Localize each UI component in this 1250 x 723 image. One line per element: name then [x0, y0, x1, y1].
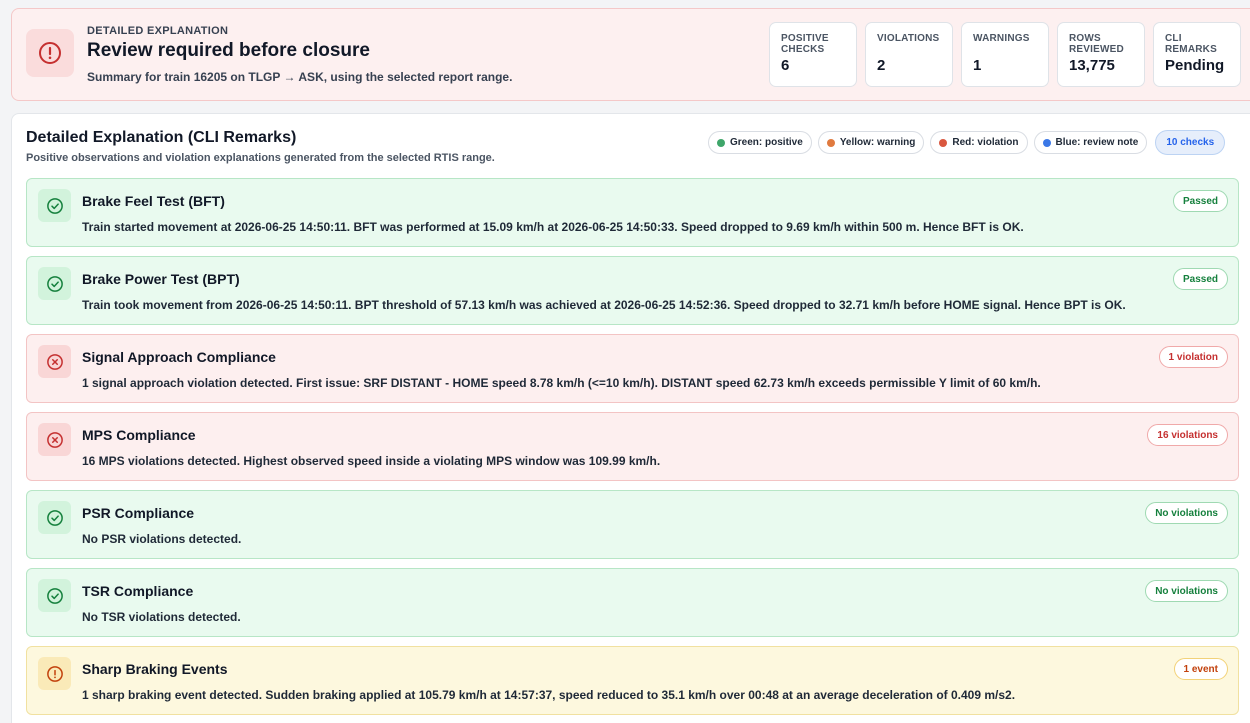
explanation-panel: Detailed Explanation (CLI Remarks) Posit…: [11, 113, 1250, 723]
alert-circle-icon: [46, 665, 63, 682]
legend-dot: [1042, 138, 1051, 147]
stat-label: CLI REMARKS: [1165, 33, 1217, 55]
status-badge: No violations: [1145, 502, 1228, 524]
legend-dot: [717, 138, 725, 147]
stat-cards: POSITIVE CHECKS 6 VIOLATIONS 2 WARNINGS …: [769, 22, 1241, 87]
check-circle-icon: [46, 509, 63, 526]
check-list: Brake Feel Test (BFT) Train started move…: [26, 178, 1239, 723]
status-badge: No violations: [1145, 580, 1228, 602]
stat-label: VIOLATIONS: [877, 33, 940, 44]
check-card-tsr[interactable]: TSR Compliance No TSR violations detecte…: [26, 568, 1239, 637]
check-icon-box: [38, 423, 71, 456]
check-card-signal-approach[interactable]: Signal Approach Compliance 1 signal appr…: [26, 334, 1239, 403]
legend-label: Red: violation: [952, 137, 1019, 148]
check-title: Brake Power Test (BPT): [82, 271, 240, 287]
check-icon-box: [38, 267, 71, 300]
stat-value: 2: [877, 57, 886, 74]
legend: Green: positive Yellow: warning Red: vio…: [708, 130, 1226, 155]
legend-label: Green: positive: [730, 137, 803, 148]
summary-banner: DETAILED EXPLANATION Review required bef…: [11, 8, 1250, 101]
stat-label: ROWS REVIEWED: [1069, 33, 1124, 55]
panel-subtitle: Positive observations and violation expl…: [26, 152, 495, 164]
check-card-bpt[interactable]: Brake Power Test (BPT) Train took moveme…: [26, 256, 1239, 325]
legend-chip-positive: Green: positive: [708, 131, 812, 154]
stat-card-warnings: WARNINGS 1: [961, 22, 1049, 87]
check-circle-icon: [46, 275, 63, 292]
stat-value: 13,775: [1069, 57, 1115, 74]
x-circle-icon: [46, 353, 63, 370]
check-icon-box: [38, 579, 71, 612]
check-title: PSR Compliance: [82, 505, 195, 521]
legend-chip-violation: Red: violation: [930, 131, 1028, 154]
summary-text: DETAILED EXPLANATION Review required bef…: [87, 25, 512, 84]
summary-subtitle: Summary for train 16205 on TLGP → ASK, u…: [87, 70, 513, 84]
check-description: 1 signal approach violation detected. Fi…: [82, 376, 1041, 390]
check-title: Sharp Braking Events: [82, 661, 228, 677]
check-description: No TSR violations detected.: [82, 610, 241, 624]
check-icon-box: [38, 657, 71, 690]
check-icon-box: [38, 345, 71, 378]
stat-value: 6: [781, 57, 790, 74]
check-description: 1 sharp braking event detected. Sudden b…: [82, 688, 1016, 702]
check-card-bft[interactable]: Brake Feel Test (BFT) Train started move…: [26, 178, 1239, 247]
stat-label: POSITIVE CHECKS: [781, 33, 829, 55]
check-title: Brake Feel Test (BFT): [82, 193, 225, 209]
summary-alert-icon-box: [26, 29, 74, 77]
stat-value: 1: [973, 57, 982, 74]
stat-label: WARNINGS: [973, 33, 1030, 44]
check-title: TSR Compliance: [82, 583, 194, 599]
check-description: Train started movement at 2026-06-25 14:…: [82, 220, 1024, 234]
stat-card-rows-reviewed: ROWS REVIEWED 13,775: [1057, 22, 1145, 87]
check-card-psr[interactable]: PSR Compliance No PSR violations detecte…: [26, 490, 1239, 559]
stat-card-violations: VIOLATIONS 2: [865, 22, 953, 87]
checks-count-badge: 10 checks: [1155, 130, 1226, 155]
panel-title: Detailed Explanation (CLI Remarks): [26, 129, 297, 146]
check-circle-icon: [46, 587, 63, 604]
status-badge: 16 violations: [1147, 424, 1228, 446]
check-circle-icon: [46, 197, 63, 214]
legend-dot: [826, 138, 835, 147]
status-badge: 1 event: [1173, 658, 1228, 680]
status-badge: Passed: [1172, 190, 1228, 212]
check-description: No PSR violations detected.: [82, 532, 242, 546]
legend-chip-review-note: Blue: review note: [1033, 131, 1148, 154]
summary-title: Review required before closure: [87, 40, 370, 61]
status-badge: Passed: [1172, 268, 1228, 290]
check-description: Train took movement from 2026-06-25 14:5…: [82, 298, 1126, 312]
legend-dot: [939, 138, 948, 147]
status-badge: 1 violation: [1158, 346, 1228, 368]
legend-chip-warning: Yellow: warning: [817, 131, 925, 154]
summary-kicker: DETAILED EXPLANATION: [87, 25, 229, 37]
stat-value: Pending: [1165, 57, 1225, 74]
check-icon-box: [38, 189, 71, 222]
x-circle-icon: [46, 431, 63, 448]
legend-label: Blue: review note: [1055, 137, 1139, 148]
stat-card-cli-remarks: CLI REMARKS Pending: [1153, 22, 1241, 87]
stat-card-positive-checks: POSITIVE CHECKS 6: [769, 22, 857, 87]
check-icon-box: [38, 501, 71, 534]
check-title: MPS Compliance: [82, 427, 196, 443]
legend-label: Yellow: warning: [839, 137, 916, 148]
check-title: Signal Approach Compliance: [82, 349, 276, 365]
check-description: 16 MPS violations detected. Highest obse…: [82, 454, 661, 468]
check-card-mps[interactable]: MPS Compliance 16 MPS violations detecte…: [26, 412, 1239, 481]
check-card-sharp-braking[interactable]: Sharp Braking Events 1 sharp braking eve…: [26, 646, 1239, 715]
alert-circle-icon: [39, 42, 61, 64]
